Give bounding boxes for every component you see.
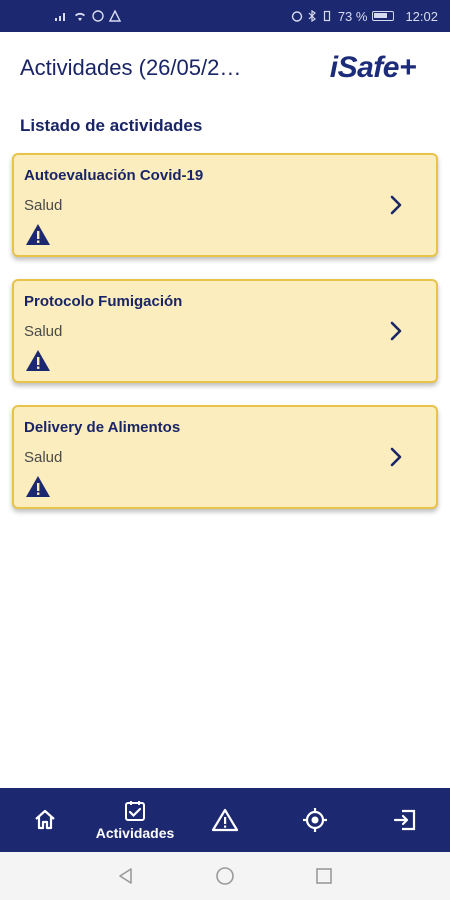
home-button-icon[interactable] bbox=[215, 866, 235, 886]
alarm-icon bbox=[291, 11, 303, 22]
bottom-nav: Actividades bbox=[0, 788, 450, 852]
activity-title: Delivery de Alimentos bbox=[24, 419, 181, 436]
recents-icon[interactable] bbox=[315, 867, 333, 885]
warning-icon bbox=[26, 350, 50, 371]
app-logo: iSafe+ bbox=[329, 51, 417, 84]
nav-alerts[interactable] bbox=[180, 788, 270, 852]
activity-category: Salud bbox=[24, 449, 63, 466]
status-right-icons: 73 % 12:02 bbox=[291, 9, 438, 24]
bluetooth-icon bbox=[308, 10, 316, 22]
activity-title: Protocolo Fumigación bbox=[24, 293, 183, 310]
chevron-right-icon[interactable] bbox=[388, 319, 404, 343]
status-left-icons bbox=[54, 10, 121, 22]
status-bar: 73 % 12:02 bbox=[0, 0, 450, 32]
vibrate-icon bbox=[323, 10, 330, 22]
battery-icon bbox=[372, 11, 395, 21]
page-title: Actividades (26/05/2… bbox=[20, 55, 242, 80]
warning-icon bbox=[26, 476, 50, 497]
system-nav-bar bbox=[0, 852, 450, 900]
signal-icon bbox=[55, 13, 65, 21]
alert-status-icon bbox=[109, 10, 121, 22]
activity-title: Autoevaluación Covid-19 bbox=[24, 167, 204, 184]
activity-card[interactable]: Delivery de Alimentos Salud bbox=[12, 405, 438, 509]
activity-category: Salud bbox=[24, 197, 63, 214]
list-heading: Listado de actividades bbox=[20, 116, 203, 135]
nav-location[interactable] bbox=[270, 788, 360, 852]
activity-card[interactable]: Autoevaluación Covid-19 Salud bbox=[12, 153, 438, 257]
nav-home[interactable] bbox=[0, 788, 90, 852]
activity-category: Salud bbox=[24, 323, 63, 340]
whatsapp-icon bbox=[92, 10, 104, 22]
warning-icon bbox=[211, 808, 239, 832]
battery-percent: 73 % bbox=[337, 8, 368, 24]
wifi-icon bbox=[75, 12, 85, 21]
activity-card[interactable]: Protocolo Fumigación Salud bbox=[12, 279, 438, 383]
home-icon bbox=[35, 809, 55, 830]
back-icon[interactable] bbox=[117, 867, 135, 885]
logout-icon bbox=[393, 809, 416, 831]
warning-icon bbox=[26, 224, 50, 245]
nav-actividades[interactable]: Actividades bbox=[90, 788, 180, 852]
target-icon bbox=[303, 808, 327, 832]
checkbox-icon bbox=[125, 801, 145, 821]
chevron-right-icon[interactable] bbox=[388, 445, 404, 469]
nav-logout[interactable] bbox=[360, 788, 450, 852]
app-header: Actividades (26/05/2… iSafe+ bbox=[0, 32, 450, 104]
nav-actividades-label: Actividades bbox=[95, 825, 175, 841]
clock: 12:02 bbox=[405, 8, 438, 24]
chevron-right-icon[interactable] bbox=[388, 193, 404, 217]
